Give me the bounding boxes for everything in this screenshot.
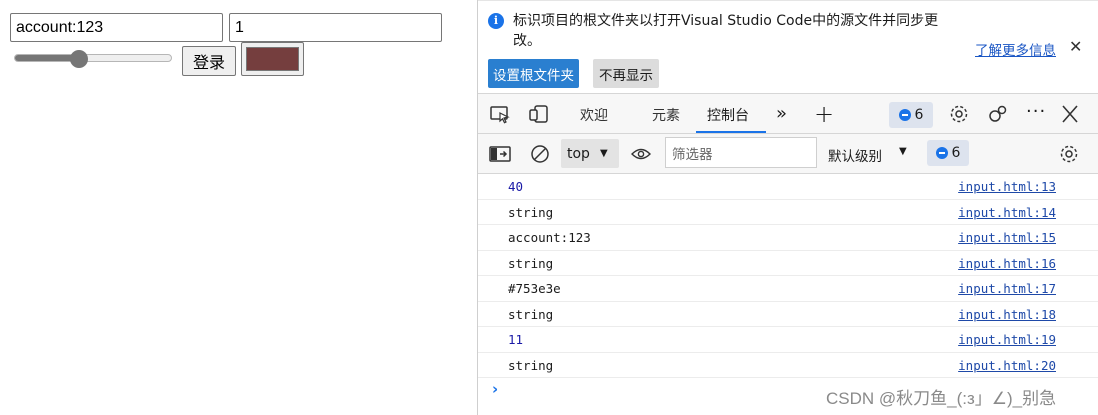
context-select[interactable]: top ▼ bbox=[561, 139, 619, 168]
range-slider[interactable] bbox=[14, 54, 172, 62]
console-filter-input[interactable]: 筛选器 bbox=[665, 137, 817, 168]
log-message: string bbox=[508, 204, 554, 220]
message-icon bbox=[898, 109, 911, 121]
console-toolbar: top ▼ 筛选器 默认级别 ▼ 6 bbox=[478, 134, 1098, 174]
prompt-chevron-icon: › bbox=[492, 380, 499, 398]
add-tab-icon[interactable]: + bbox=[814, 100, 836, 128]
settings-icon[interactable] bbox=[948, 104, 970, 124]
issues-badge[interactable]: 6 bbox=[889, 102, 933, 128]
page-content: 登录 bbox=[0, 0, 477, 415]
login-button[interactable]: 登录 bbox=[182, 46, 236, 76]
active-tab-indicator bbox=[696, 131, 766, 133]
log-message: #753e3e bbox=[508, 281, 561, 296]
device-emulation-icon[interactable] bbox=[528, 104, 550, 124]
account-input[interactable] bbox=[10, 13, 223, 42]
issues-count: 6 bbox=[914, 107, 924, 123]
log-source-link[interactable]: input.html:16 bbox=[958, 256, 1056, 271]
log-row: string input.html:20 bbox=[478, 353, 1098, 378]
eye-icon[interactable] bbox=[630, 144, 652, 164]
message-icon bbox=[935, 147, 948, 159]
log-source-link[interactable]: input.html:20 bbox=[958, 358, 1056, 373]
infobar: i 标识项目的根文件夹以打开Visual Studio Code中的源文件并同步… bbox=[478, 0, 1098, 92]
close-devtools-icon[interactable] bbox=[1059, 104, 1081, 124]
dont-show-again-button[interactable]: 不再显示 bbox=[593, 59, 659, 88]
log-row: string input.html:14 bbox=[478, 200, 1098, 225]
chevron-down-icon: ▼ bbox=[599, 148, 608, 159]
close-icon[interactable]: ✕ bbox=[1069, 37, 1082, 56]
number-input[interactable] bbox=[229, 13, 442, 42]
log-source-link[interactable]: input.html:15 bbox=[958, 230, 1056, 245]
log-message: 11 bbox=[508, 332, 524, 347]
log-row: 40 input.html:13 bbox=[478, 174, 1098, 200]
log-row: string input.html:18 bbox=[478, 302, 1098, 327]
tab-elements[interactable]: 元素 bbox=[652, 105, 680, 125]
log-row: string input.html:16 bbox=[478, 251, 1098, 276]
learn-more-link[interactable]: 了解更多信息 bbox=[975, 39, 1056, 59]
log-row: account:123 input.html:15 bbox=[478, 225, 1098, 251]
more-tabs-icon[interactable]: » bbox=[776, 103, 798, 124]
tab-console[interactable]: 控制台 bbox=[707, 105, 749, 125]
log-message: string bbox=[508, 255, 554, 271]
color-picker[interactable] bbox=[241, 42, 304, 76]
log-message: account:123 bbox=[508, 230, 591, 245]
log-row: #753e3e input.html:17 bbox=[478, 276, 1098, 302]
log-message: 40 bbox=[508, 179, 524, 194]
console-message-count: 6 bbox=[951, 145, 961, 161]
log-message: string bbox=[508, 306, 554, 322]
watermark: CSDN @秋刀鱼_(:з」∠)_别急 bbox=[826, 389, 1057, 408]
range-slider-thumb[interactable] bbox=[69, 50, 88, 68]
console-settings-icon[interactable] bbox=[1058, 144, 1080, 164]
inspect-element-icon[interactable] bbox=[489, 104, 511, 124]
infobar-message: 标识项目的根文件夹以打开Visual Studio Code中的源文件并同步更改… bbox=[513, 13, 939, 49]
log-row: 11 input.html:19 bbox=[478, 327, 1098, 353]
info-icon: i bbox=[488, 13, 504, 29]
log-level-select[interactable]: 默认级别 bbox=[828, 145, 882, 165]
more-options-icon[interactable]: ··· bbox=[1026, 101, 1048, 122]
tab-welcome[interactable]: 欢迎 bbox=[580, 105, 608, 125]
context-value: top bbox=[567, 145, 590, 162]
console-message-badge[interactable]: 6 bbox=[927, 140, 969, 166]
chevron-down-icon[interactable]: ▼ bbox=[899, 146, 907, 157]
log-message: string bbox=[508, 357, 554, 373]
devtools-panel: i 标识项目的根文件夹以打开Visual Studio Code中的源文件并同步… bbox=[477, 0, 1098, 415]
color-swatch bbox=[246, 47, 299, 71]
log-source-link[interactable]: input.html:19 bbox=[958, 332, 1056, 347]
devtools-tabbar: 欢迎 元素 控制台 » + 6 ··· bbox=[478, 93, 1098, 134]
log-source-link[interactable]: input.html:17 bbox=[958, 281, 1056, 296]
log-source-link[interactable]: input.html:14 bbox=[958, 205, 1056, 220]
customize-icon[interactable] bbox=[987, 104, 1009, 124]
sidebar-toggle-icon[interactable] bbox=[489, 144, 511, 164]
log-source-link[interactable]: input.html:18 bbox=[958, 307, 1056, 322]
clear-console-icon[interactable] bbox=[529, 144, 551, 164]
console-log: 40 input.html:13 string input.html:14 ac… bbox=[478, 174, 1098, 403]
log-source-link[interactable]: input.html:13 bbox=[958, 179, 1056, 194]
set-root-folder-button[interactable]: 设置根文件夹 bbox=[488, 59, 579, 88]
